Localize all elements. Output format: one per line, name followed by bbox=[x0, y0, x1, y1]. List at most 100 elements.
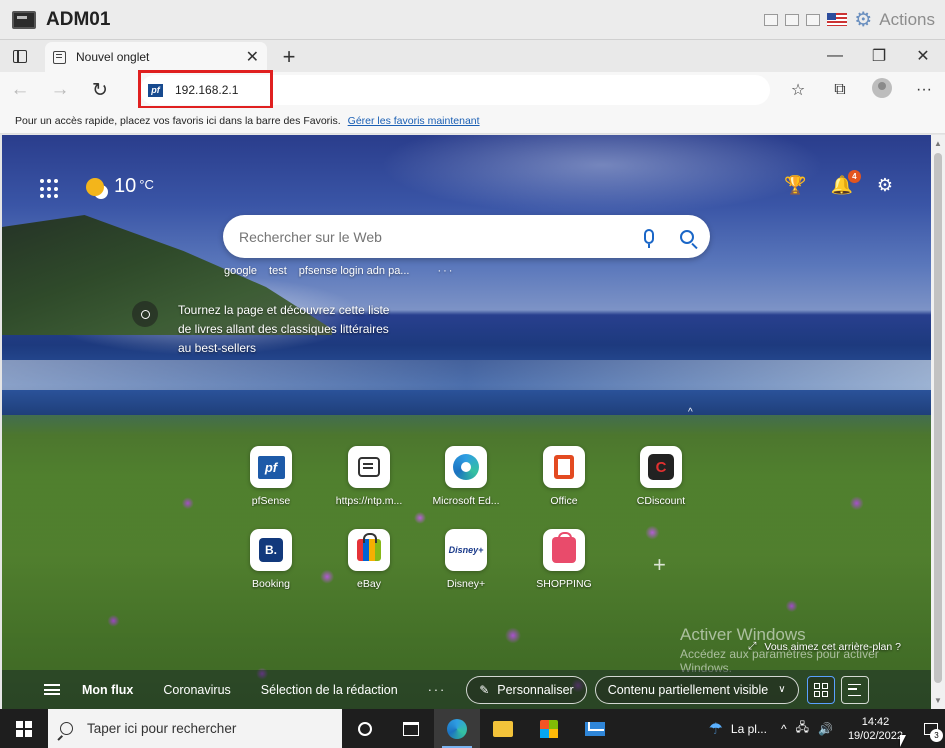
content-visibility-label: Contenu partiellement visible bbox=[607, 682, 769, 697]
windows-taskbar: Taper ici pour rechercher ☂ La pl... ^ 🖧… bbox=[0, 709, 945, 748]
background-story[interactable]: Tournez la page et découvrez cette liste… bbox=[132, 301, 418, 358]
vm-actions-menu[interactable]: Actions bbox=[879, 10, 935, 30]
gear-icon[interactable]: ⚙ bbox=[854, 7, 872, 32]
search-input[interactable] bbox=[239, 228, 644, 245]
quick-link-disney-plus[interactable]: Disney+ Disney+ bbox=[426, 529, 506, 590]
cdiscount-icon: C bbox=[648, 454, 674, 480]
restore-button[interactable]: ❐ bbox=[857, 46, 901, 66]
recent-search-item[interactable]: test bbox=[269, 265, 287, 277]
story-text[interactable]: Tournez la page et découvrez cette liste… bbox=[178, 301, 418, 358]
tile-label: SHOPPING bbox=[536, 578, 592, 590]
recent-searches-more[interactable]: ··· bbox=[437, 265, 454, 277]
settings-gear-icon[interactable]: ⚙ bbox=[877, 175, 893, 196]
window-icon[interactable] bbox=[785, 13, 800, 26]
profile-button[interactable] bbox=[861, 77, 903, 103]
new-tab-button[interactable]: + bbox=[273, 42, 305, 72]
network-icon[interactable]: 🖧 bbox=[796, 718, 809, 739]
recent-searches: google test pfsense login adn pa... ··· bbox=[224, 265, 454, 277]
quick-link-ebay[interactable]: eBay bbox=[329, 529, 409, 590]
quick-link-office[interactable]: Office bbox=[524, 446, 604, 507]
tile-icon bbox=[348, 446, 390, 488]
volume-icon[interactable]: 🔊 bbox=[818, 722, 833, 736]
search-story-icon[interactable] bbox=[132, 301, 158, 327]
content-visibility-dropdown[interactable]: Contenu partiellement visible ∨ bbox=[594, 675, 799, 704]
tab-close-icon[interactable]: ✕ bbox=[246, 47, 259, 67]
app-launcher-icon[interactable] bbox=[40, 179, 60, 199]
grid-view-button[interactable] bbox=[806, 675, 835, 704]
scroll-up-icon[interactable]: ▲ bbox=[934, 139, 942, 148]
page-scrollbar[interactable]: ▲ ▼ bbox=[931, 135, 945, 709]
manage-favorites-link[interactable]: Gérer les favoris maintenant bbox=[348, 115, 480, 127]
news-feed-bar: Mon flux Coronavirus Sélection de la réd… bbox=[2, 670, 931, 709]
quick-link-microsoft-edge[interactable]: Microsoft Ed... bbox=[426, 446, 506, 507]
background-feedback[interactable]: ⤢ Vous aimez cet arrière-plan ? bbox=[748, 640, 901, 653]
action-center-button[interactable]: 3 bbox=[917, 709, 945, 748]
search-icon[interactable] bbox=[680, 229, 694, 244]
tile-label: eBay bbox=[357, 578, 381, 590]
hamburger-menu-icon[interactable] bbox=[44, 684, 60, 695]
taskbar-store[interactable] bbox=[526, 709, 572, 748]
quick-link-shopping[interactable]: SHOPPING bbox=[524, 529, 604, 590]
minimize-button[interactable]: — bbox=[813, 47, 857, 65]
chevron-up-icon[interactable]: ^ bbox=[688, 407, 693, 418]
favorites-icon[interactable]: ☆ bbox=[777, 80, 819, 100]
add-quick-link-button[interactable]: + bbox=[653, 552, 666, 578]
tile-icon bbox=[348, 529, 390, 571]
notifications-bell-icon[interactable]: 🔔 4 bbox=[830, 170, 861, 196]
window-icon[interactable] bbox=[806, 13, 821, 26]
scroll-thumb[interactable] bbox=[934, 153, 942, 683]
feed-tab-my-feed[interactable]: Mon flux bbox=[82, 683, 133, 697]
window-icon[interactable] bbox=[764, 13, 779, 26]
taskbar-file-explorer[interactable] bbox=[480, 709, 526, 748]
pencil-icon: ✎ bbox=[479, 682, 490, 697]
taskbar-search-box[interactable]: Taper ici pour rechercher bbox=[48, 709, 342, 748]
forward-button[interactable]: → bbox=[40, 79, 80, 101]
tile-icon: Disney+ bbox=[445, 529, 487, 571]
personalize-button[interactable]: ✎ Personnaliser bbox=[466, 675, 587, 704]
recent-search-item[interactable]: google bbox=[224, 265, 257, 277]
tray-weather-text[interactable]: La pl... bbox=[731, 722, 767, 736]
back-button[interactable]: ← bbox=[0, 79, 40, 101]
start-button[interactable] bbox=[0, 709, 48, 748]
story-line: au best-sellers bbox=[178, 341, 257, 355]
clock-date: 19/02/2022 bbox=[847, 729, 903, 742]
shopping-bag-icon bbox=[552, 532, 576, 563]
tab-actions-button[interactable] bbox=[0, 40, 40, 72]
umbrella-icon[interactable]: ☂ bbox=[709, 719, 723, 739]
quick-link-pfsense[interactable]: pf pfSense bbox=[231, 446, 311, 507]
list-view-button[interactable] bbox=[840, 675, 869, 704]
vm-title: ADM01 bbox=[46, 8, 111, 30]
address-input[interactable]: 192.168.2.1 bbox=[175, 83, 238, 97]
browser-toolbar: ← → ↻ pf 192.168.2.1 ☆ ⧉ ··· bbox=[0, 72, 945, 108]
rewards-icon[interactable]: 🏆 bbox=[784, 175, 806, 196]
more-menu-icon[interactable]: ··· bbox=[903, 81, 945, 99]
collections-icon[interactable]: ⧉ bbox=[819, 81, 861, 99]
task-view-button[interactable] bbox=[342, 709, 388, 748]
quick-link-booking[interactable]: B. Booking bbox=[231, 529, 311, 590]
vm-title-bar: ADM01 ⚙ Actions bbox=[0, 0, 945, 40]
taskbar-clock[interactable]: 14:42 19/02/2022 bbox=[848, 715, 903, 743]
taskbar-mail[interactable] bbox=[572, 709, 618, 748]
reload-button[interactable]: ↻ bbox=[80, 79, 120, 102]
grid-icon bbox=[813, 682, 828, 697]
address-bar[interactable]: pf 192.168.2.1 bbox=[140, 75, 770, 105]
feed-more-icon[interactable]: ··· bbox=[428, 683, 447, 697]
recent-search-item[interactable]: pfsense login adn pa... bbox=[299, 265, 410, 277]
taskbar-edge[interactable] bbox=[434, 709, 480, 748]
mouse-cursor-icon bbox=[900, 735, 906, 747]
tile-label: Booking bbox=[252, 578, 290, 590]
quick-link-ntp[interactable]: https://ntp.m... bbox=[329, 446, 409, 507]
weather-widget[interactable]: 10 °C bbox=[86, 175, 154, 198]
tab-new-tab[interactable]: Nouvel onglet ✕ bbox=[45, 42, 267, 72]
web-search-box[interactable] bbox=[223, 215, 710, 258]
close-window-button[interactable]: ✕ bbox=[901, 46, 945, 66]
quick-link-cdiscount[interactable]: C CDiscount bbox=[621, 446, 701, 507]
feed-tab-coronavirus[interactable]: Coronavirus bbox=[163, 683, 230, 697]
timeline-button[interactable] bbox=[388, 709, 434, 748]
scroll-down-icon[interactable]: ▼ bbox=[934, 696, 942, 705]
microphone-icon[interactable] bbox=[644, 229, 654, 248]
us-flag-icon[interactable] bbox=[827, 13, 848, 26]
chevron-up-icon[interactable]: ^ bbox=[781, 722, 787, 736]
feed-tab-editors-pick[interactable]: Sélection de la rédaction bbox=[261, 683, 398, 697]
new-tab-page: 10 °C 🏆 🔔4 ⚙ google test pfsense login a… bbox=[2, 135, 931, 709]
